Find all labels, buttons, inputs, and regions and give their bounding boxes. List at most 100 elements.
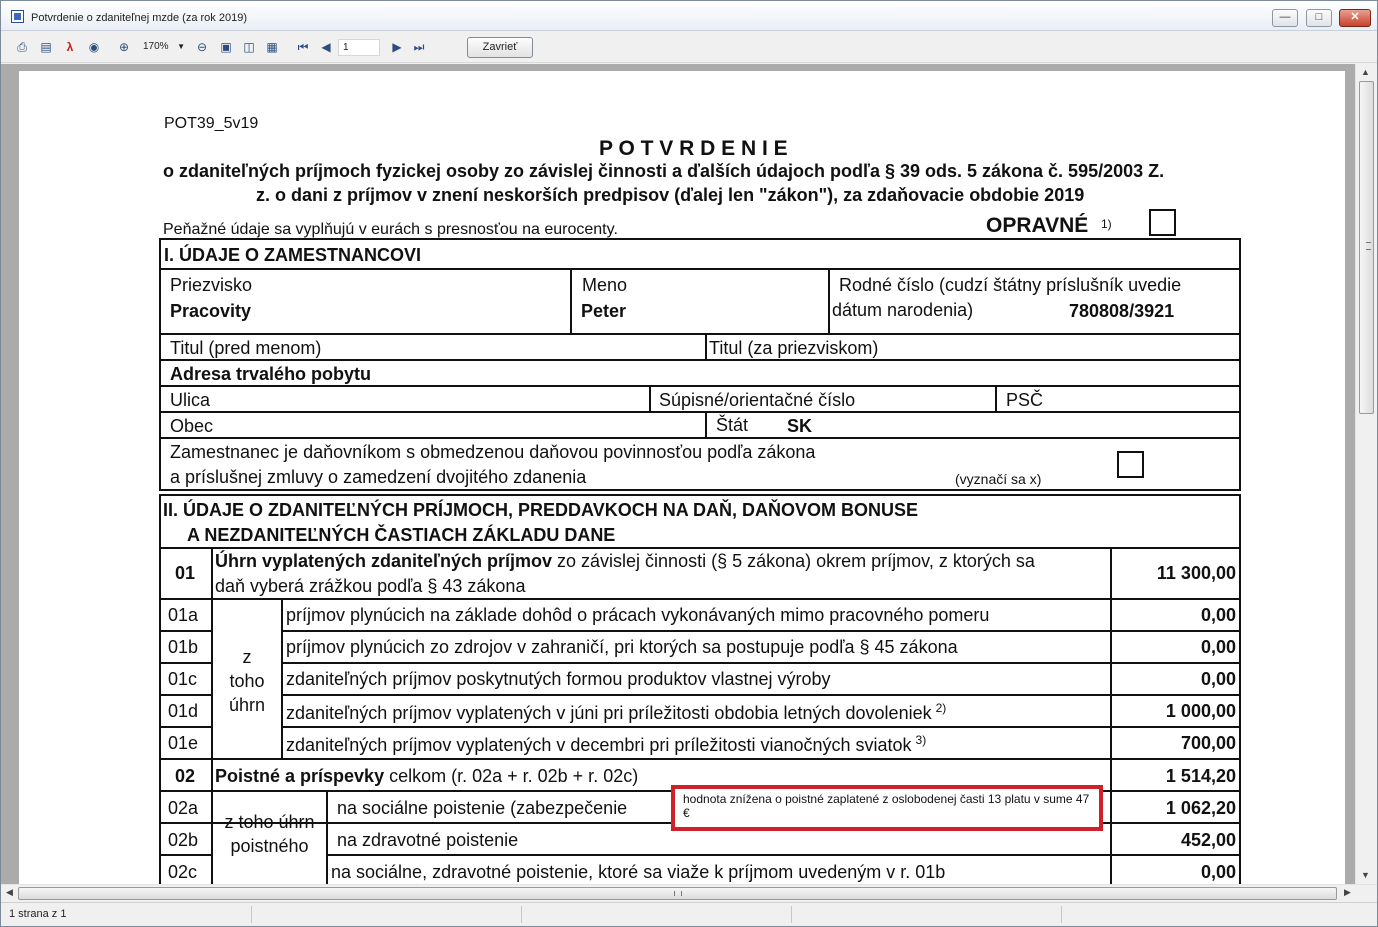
group1-label-line3: úhrn [228, 695, 266, 715]
minimize-button[interactable]: — [1272, 9, 1298, 27]
vertical-scrollbar[interactable]: ▲ ▼ [1355, 64, 1377, 884]
first-page-icon[interactable]: ⏮ [295, 39, 311, 55]
status-bar: 1 strana z 1 [1, 902, 1377, 926]
divider [159, 385, 1241, 387]
limited-tax-checkbox[interactable] [1117, 451, 1144, 478]
row-01-sub-text: príjmov plynúcich na základe dohôd o prá… [286, 605, 989, 626]
horizontal-scrollbar[interactable]: ◀ ▶ [1, 884, 1377, 902]
binoculars-find-icon[interactable]: ◉ [86, 39, 102, 55]
zoom-select[interactable]: 170% ▼ [139, 39, 187, 56]
divider [705, 411, 707, 437]
birth-number-label-2: dátum narodenia) [832, 300, 974, 320]
form-subheading-line2: z. o dani z príjmov v znení neskorších p… [256, 185, 1085, 205]
two-page-icon[interactable]: ◫ [241, 39, 257, 55]
country-label: Štát [716, 415, 749, 435]
row-02a-text: na sociálne poistenie (zabezpečenie [337, 798, 628, 818]
row-01-code: 01 [175, 563, 196, 583]
close-report-button[interactable]: Zavrieť [467, 37, 533, 58]
name-label: Meno [582, 275, 628, 295]
toolbar: ⎙ ▤ λ ◉ ⊕ 170% ▼ ⊖ ▣ ◫ ▦ ⏮ ◀ 1 ▶ ⏭ Zavrie… [1, 32, 1377, 63]
section1-bottom-border [159, 489, 1241, 491]
print-preview-icon[interactable]: ▤ [38, 39, 54, 55]
row-01-sub-text: zdaniteľných príjmov vyplatených v júni … [286, 701, 946, 724]
row-02b-code: 02b [168, 830, 199, 850]
row-02b-value: 452,00 [1180, 830, 1236, 850]
report-viewer-window: Potvrdenie o zdaniteľnej mzde (za rok 20… [0, 0, 1378, 927]
grip-icon [674, 891, 682, 896]
divider [159, 547, 1241, 549]
row-01-value: 11 300,00 [1156, 563, 1236, 583]
last-page-icon[interactable]: ⏭ [411, 39, 427, 55]
row-02c-value: 0,00 [1200, 862, 1236, 882]
section2-left-border [159, 494, 161, 884]
scroll-left-icon[interactable]: ◀ [6, 887, 13, 898]
document-viewport[interactable]: POT39_5v19 P O T V R D E N I E o zdanite… [1, 64, 1355, 884]
horizontal-scroll-thumb[interactable] [18, 887, 1337, 900]
scroll-right-icon[interactable]: ▶ [1344, 887, 1351, 898]
divider [159, 726, 213, 728]
divider [159, 822, 327, 824]
corrective-label: OPRAVNÉ [986, 214, 1089, 237]
row-02a-code: 02a [168, 798, 199, 818]
document-page: POT39_5v19 P O T V R D E N I E o zdanite… [19, 71, 1345, 884]
maximize-button[interactable]: □ [1306, 9, 1332, 27]
row-02-bold: Poistné a príspevky [215, 766, 385, 786]
window-title: Potvrdenie o zdaniteľnej mzde (za rok 20… [31, 12, 247, 24]
page-count-status: 1 strana z 1 [9, 908, 67, 920]
vertical-scroll-thumb[interactable] [1359, 81, 1374, 414]
birth-number-label: Rodné číslo (cudzí štátny príslušník uve… [839, 275, 1182, 295]
section1-title: I. ÚDAJE O ZAMESTNANCOVI [164, 245, 422, 265]
birth-number-value: 780808/3921 [1069, 301, 1175, 321]
page-number-input[interactable]: 1 [338, 39, 380, 56]
section1-right-border [1239, 238, 1241, 490]
row-01-bold: Úhrn vyplatených zdaniteľných príjmov [215, 551, 553, 571]
divider [326, 854, 1241, 856]
divider [159, 630, 213, 632]
row-01-sub-text-main: zdaniteľných príjmov vyplatených v decem… [286, 735, 912, 755]
zoom-out-icon[interactable]: ⊖ [194, 39, 210, 55]
row-01-description: Úhrn vyplatených zdaniteľných príjmov zo… [215, 551, 1035, 572]
divider [570, 268, 572, 334]
multi-page-icon[interactable]: ▦ [264, 39, 280, 55]
zoom-in-icon[interactable]: ⊕ [116, 39, 132, 55]
single-page-icon[interactable]: ▣ [218, 39, 234, 55]
row-01-sub-code: 01e [168, 733, 199, 753]
section2-title-line1: II. ÚDAJE O ZDANITEĽNÝCH PRÍJMOCH, PREDD… [163, 500, 919, 520]
divider [281, 599, 283, 759]
pdf-export-icon[interactable]: λ [62, 39, 78, 55]
next-page-icon[interactable]: ▶ [389, 39, 405, 55]
status-separator [521, 906, 522, 923]
grip-icon [1366, 242, 1371, 250]
form-subheading-line1: o zdaniteľných príjmoch fyzickej osoby z… [163, 161, 1165, 181]
divider [159, 411, 1241, 413]
row-01-rest: zo závislej činnosti (§ 5 zákona) okrem … [552, 551, 1035, 571]
status-separator [791, 906, 792, 923]
corrective-footnote: 1) [1101, 217, 1112, 231]
section2-title-line2: A NEZDANITEĽNÝCH ČASTIACH ZÁKLADU DANE [187, 525, 616, 545]
scroll-down-icon[interactable]: ▼ [1361, 870, 1370, 880]
previous-page-icon[interactable]: ◀ [318, 39, 334, 55]
section1-left-border [159, 238, 161, 490]
row-02c-code: 02c [168, 862, 198, 882]
group1-label-line1: z [242, 647, 252, 667]
chevron-down-icon: ▼ [177, 42, 185, 51]
scroll-up-icon[interactable]: ▲ [1361, 67, 1370, 77]
row-01-sub-text-main: zdaniteľných príjmov poskytnutých formou… [286, 669, 831, 689]
row-01-sub-code: 01a [168, 605, 199, 625]
divider [281, 662, 1241, 664]
divider [326, 790, 328, 884]
divider [159, 437, 1241, 439]
close-window-button[interactable]: ✕ [1339, 9, 1371, 27]
row-01-sub-footnote: 3) [915, 733, 927, 747]
name-value: Peter [581, 301, 627, 321]
row-02a-value: 1 062,20 [1165, 798, 1236, 818]
corrective-checkbox[interactable] [1149, 209, 1176, 236]
print-icon[interactable]: ⎙ [14, 39, 30, 55]
row-01-sub-value: 700,00 [1180, 733, 1236, 753]
row-01-sub-code: 01b [168, 637, 199, 657]
group2-label-line2: poistného [230, 836, 309, 856]
divider [705, 333, 707, 359]
row-01-sub-value: 0,00 [1200, 669, 1236, 689]
surname-value: Pracovity [170, 301, 252, 321]
row-01-sub-footnote: 2) [935, 701, 947, 715]
